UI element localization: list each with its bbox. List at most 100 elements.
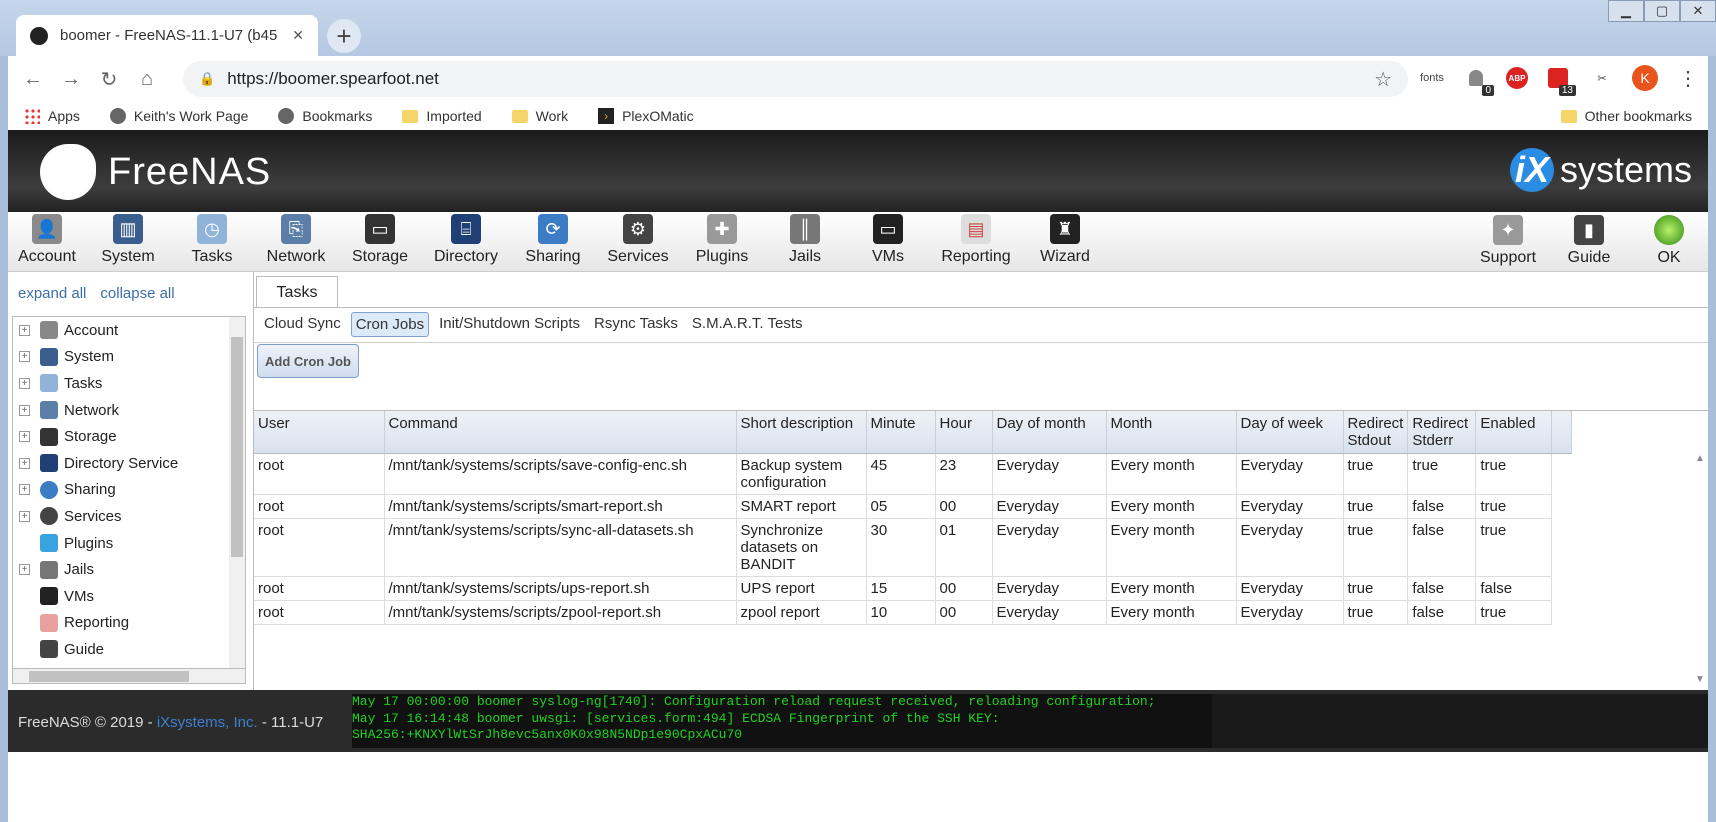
column-header-short-description[interactable]: Short description [736, 411, 867, 454]
tree-item-reporting[interactable]: Reporting [13, 610, 245, 637]
bookmark-bookmarks[interactable]: Bookmarks [278, 108, 372, 124]
fonts-extension[interactable]: fonts [1418, 64, 1446, 92]
tree-item-account[interactable]: + Account [13, 317, 245, 344]
browser-menu-icon[interactable]: ⋮ [1674, 64, 1702, 92]
tree-item-storage[interactable]: + Storage [13, 423, 245, 450]
add-cron-job-button[interactable]: Add Cron Job [257, 344, 359, 378]
menu-plugins[interactable]: ✚ Plugins [680, 211, 764, 271]
menu-services[interactable]: ⚙ Services [596, 211, 680, 271]
maximize-button[interactable]: ▢ [1644, 0, 1680, 22]
tree-horizontal-scrollbar[interactable] [12, 668, 246, 684]
profile-avatar[interactable]: K [1632, 65, 1658, 91]
freenas-logo[interactable]: FreeNAS [40, 144, 271, 200]
tree-item-vms[interactable]: VMs [13, 583, 245, 610]
bookmark-keiths-work-page[interactable]: Keith's Work Page [109, 108, 248, 124]
menu-jails[interactable]: ║ Jails [764, 211, 846, 271]
table-row[interactable]: root/mnt/tank/systems/scripts/smart-repo… [254, 494, 1572, 519]
ixsystems-link[interactable]: iXsystems, Inc. [157, 714, 258, 731]
calendar-extension-icon[interactable]: 13 [1544, 64, 1576, 96]
column-header-redirect-stderr[interactable]: Redirect Stderr [1407, 411, 1477, 454]
ghostery-extension-icon[interactable]: 0 [1462, 64, 1494, 96]
collapse-all-link[interactable]: collapse all [100, 285, 174, 302]
ixsystems-logo[interactable]: iX systems [1509, 148, 1692, 192]
adblock-extension[interactable]: ABP [1506, 67, 1528, 89]
tab-tasks[interactable]: Tasks [256, 276, 338, 308]
expand-icon[interactable]: + [19, 510, 30, 522]
tree-item-plugins[interactable]: Plugins [13, 530, 245, 557]
tree-item-tasks[interactable]: + Tasks [13, 370, 245, 397]
menu-tasks[interactable]: ◷ Tasks [170, 211, 254, 271]
column-header-hour[interactable]: Hour [935, 411, 993, 454]
expand-icon[interactable]: + [19, 564, 30, 576]
expand-icon[interactable]: + [19, 377, 30, 389]
table-row[interactable]: root/mnt/tank/systems/scripts/sync-all-d… [254, 518, 1572, 577]
new-tab-button[interactable]: + [327, 19, 361, 53]
menu-storage[interactable]: ▭ Storage [338, 211, 422, 271]
table-row[interactable]: root/mnt/tank/systems/scripts/save-confi… [254, 453, 1572, 495]
expand-icon[interactable]: + [19, 324, 30, 336]
tree-vertical-scrollbar[interactable] [229, 317, 245, 677]
menu-directory[interactable]: ⌸ Directory [422, 211, 510, 271]
menu-account[interactable]: 👤 Account [8, 211, 86, 271]
subtab-cloud-sync[interactable]: Cloud Sync [260, 312, 345, 337]
bookmark-star-icon[interactable]: ☆ [1374, 67, 1392, 92]
column-header-day-of-month[interactable]: Day of month [992, 411, 1107, 454]
scissors-extension-icon[interactable]: ✂ [1588, 64, 1616, 92]
menu-vms[interactable]: ▭ VMs [846, 211, 930, 271]
column-header-day-of-week[interactable]: Day of week [1236, 411, 1344, 454]
expand-icon[interactable]: + [19, 404, 30, 416]
clock-icon [40, 374, 58, 393]
column-header-command[interactable]: Command [384, 411, 737, 454]
menu-guide[interactable]: ▮ Guide [1548, 212, 1630, 272]
subtab-cron-jobs[interactable]: Cron Jobs [350, 312, 430, 337]
menu-support[interactable]: ✦ Support [1468, 212, 1548, 272]
subtab-smart-tests[interactable]: S.M.A.R.T. Tests [688, 312, 807, 337]
table-row[interactable]: root/mnt/tank/systems/scripts/zpool-repo… [254, 600, 1572, 625]
minimize-button[interactable]: ▁ [1608, 0, 1644, 22]
reload-icon[interactable]: ↻ [90, 67, 128, 92]
tree-item-network[interactable]: + Network [13, 397, 245, 424]
bookmark-work[interactable]: Work [511, 108, 568, 124]
close-window-button[interactable]: ✕ [1680, 0, 1716, 22]
table-row[interactable]: root/mnt/tank/systems/scripts/ups-report… [254, 576, 1572, 601]
expand-all-link[interactable]: expand all [18, 285, 86, 302]
subtab-init-shutdown[interactable]: Init/Shutdown Scripts [435, 312, 584, 337]
bookmark-imported[interactable]: Imported [402, 108, 482, 124]
menu-network[interactable]: ⎘ Network [254, 211, 338, 271]
tree-item-directory-service[interactable]: + Directory Service [13, 450, 245, 477]
forward-icon[interactable]: → [52, 68, 90, 91]
address-bar[interactable]: 🔒 https://boomer.spearfoot.net ☆ [183, 61, 1408, 97]
console-log[interactable]: May 17 00:00:00 boomer syslog-ng[1740]: … [352, 694, 1212, 748]
tree-item-system[interactable]: + System [13, 344, 245, 371]
tree-item-services[interactable]: + Services [13, 503, 245, 530]
bookmark-apps[interactable]: Apps [24, 108, 80, 124]
menu-sharing[interactable]: ⟳ Sharing [510, 211, 596, 271]
column-header-enabled[interactable]: Enabled [1475, 411, 1553, 454]
bookmark-other[interactable]: Other bookmarks [1560, 108, 1692, 124]
tree-item-sharing[interactable]: + Sharing [13, 477, 245, 504]
home-icon[interactable]: ⌂ [128, 68, 166, 91]
tree-item-jails[interactable]: + Jails [13, 556, 245, 583]
menu-wizard[interactable]: ♜ Wizard [1022, 211, 1108, 271]
storage-icon [40, 427, 58, 446]
url-text[interactable]: https://boomer.spearfoot.net [227, 69, 439, 89]
menu-ok-status[interactable]: OK [1630, 212, 1708, 272]
menu-reporting[interactable]: ▤ Reporting [930, 211, 1022, 271]
expand-icon[interactable]: + [19, 431, 30, 443]
expand-icon[interactable]: + [19, 484, 30, 496]
column-header-month[interactable]: Month [1106, 411, 1237, 454]
column-header-user[interactable]: User [254, 411, 385, 454]
tree-item-guide[interactable]: Guide [13, 636, 245, 663]
column-header-redirect-stdout[interactable]: Redirect Stdout [1343, 411, 1409, 454]
browser-tab[interactable]: boomer - FreeNAS-11.1-U7 (b45 ✕ [16, 15, 318, 56]
subtab-rsync[interactable]: Rsync Tasks [590, 312, 682, 337]
back-icon[interactable]: ← [14, 68, 52, 91]
expand-icon[interactable]: + [19, 457, 30, 469]
expand-icon[interactable]: + [19, 351, 30, 363]
grid-scrollbar[interactable]: ▲ ▼ [1691, 453, 1709, 695]
lock-icon[interactable]: 🔒 [199, 71, 215, 87]
bookmark-plexomatic[interactable]: › PlexOMatic [598, 108, 694, 124]
column-header-minute[interactable]: Minute [866, 411, 936, 454]
tab-close-icon[interactable]: ✕ [292, 27, 304, 44]
menu-system[interactable]: ▥ System [86, 211, 170, 271]
